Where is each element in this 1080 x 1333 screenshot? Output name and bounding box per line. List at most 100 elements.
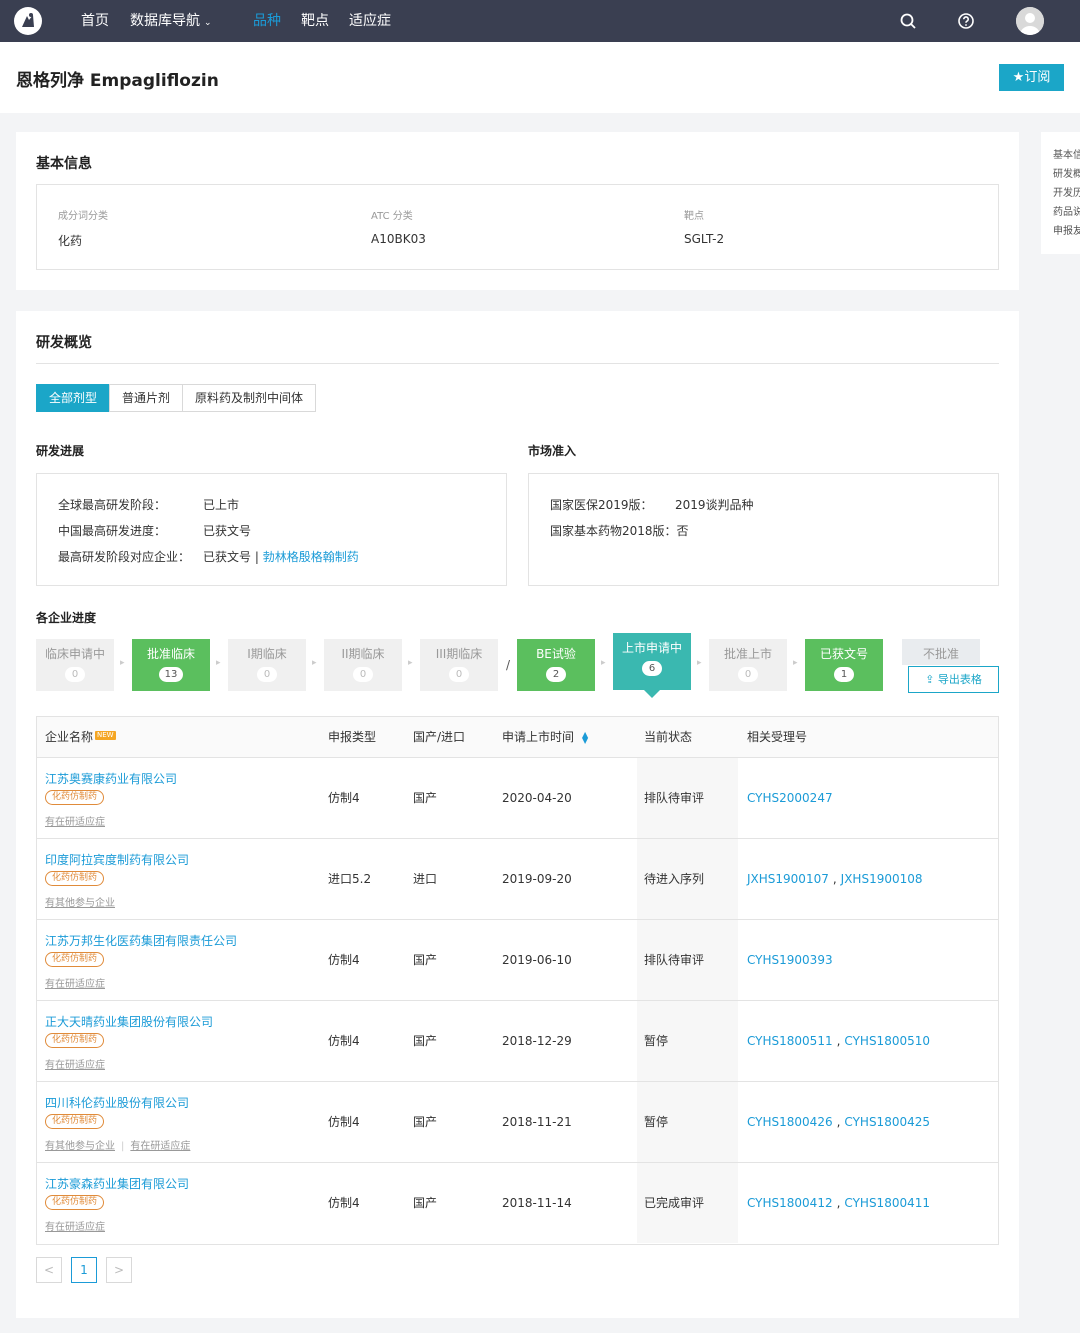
next-page-button[interactable]: > [106, 1257, 132, 1283]
stage-be-trial[interactable]: BE试验 2 [517, 639, 595, 691]
arrow-right-icon: ▸ [408, 658, 413, 668]
tab-api-intermediate[interactable]: 原料药及制剂中间体 [182, 384, 317, 412]
cell-status: 排队待审评 [644, 953, 705, 967]
stage-name: III期临床 [435, 647, 483, 661]
stage-market-application[interactable]: 上市申请中 6 [613, 633, 691, 698]
anchor-label[interactable]: 药品说 [1041, 203, 1080, 222]
ref-separator: , [832, 872, 837, 886]
anchor-dev-history[interactable]: 开发历 [1041, 184, 1080, 203]
anchor-rd-overview[interactable]: 研发概 [1041, 165, 1080, 184]
th-origin: 国产/进口 [413, 730, 466, 744]
progress-value: 已获文号 | 勃林格殷格翰制药 [203, 548, 359, 565]
tab-all-dosage[interactable]: 全部剂型 [36, 384, 111, 412]
nav-targets[interactable]: 靶点 [301, 0, 329, 42]
ref-link[interactable]: CYHS1800511 [747, 1034, 833, 1048]
ref-link[interactable]: JXHS1900107 [747, 872, 829, 886]
stage-phase-3[interactable]: III期临床 0 [420, 639, 498, 691]
stage-count: 0 [353, 667, 373, 682]
th-date[interactable]: 申请上市时间 ▲ ▼ [502, 717, 588, 758]
row-extras: 有其他参与企业 [45, 894, 115, 909]
type-tag: 化药仿制药 [45, 952, 105, 967]
dosage-tabs: 全部剂型 普通片剂 原料药及制剂中间体 [36, 384, 317, 412]
cell-type: 仿制4 [328, 791, 360, 805]
company-link[interactable]: 江苏奥赛康药业有限公司 [45, 770, 177, 787]
arrow-right-icon: ▸ [601, 658, 606, 668]
export-table-button[interactable]: ⇪ 导出表格 [908, 666, 999, 693]
company-link[interactable]: 正大天晴药业集团股份有限公司 [45, 1013, 213, 1030]
ref-link[interactable]: CYHS1900393 [747, 953, 833, 967]
extra-link[interactable]: 有在研适应症 [45, 1222, 105, 1233]
stage-phase-2[interactable]: II期临床 0 [324, 639, 402, 691]
nav-indications[interactable]: 适应症 [349, 0, 391, 42]
company-link[interactable]: 江苏万邦生化医药集团有限责任公司 [45, 932, 237, 949]
stage-market-approved[interactable]: 批准上市 0 [709, 639, 787, 691]
stage-rejected[interactable]: 不批准 [902, 639, 980, 665]
table-row: 江苏奥赛康药业有限公司 化药仿制药 有在研适应症 仿制4 国产 2020-04-… [37, 758, 998, 839]
search-icon[interactable] [899, 12, 917, 30]
ref-link[interactable]: CYHS2000247 [747, 791, 833, 805]
stage-name: 不批准 [922, 647, 959, 661]
company-link[interactable]: 四川科伦药业股份有限公司 [45, 1094, 189, 1111]
extra-link[interactable]: 有在研适应症 [130, 1141, 190, 1152]
progress-key: 全球最高研发阶段： [58, 498, 167, 512]
company-link[interactable]: 江苏豪森药业集团有限公司 [45, 1175, 189, 1192]
cell-date: 2019-09-20 [502, 872, 572, 886]
stage-clinical-approved[interactable]: 批准临床 13 [132, 639, 210, 691]
help-icon[interactable] [957, 12, 975, 30]
stage-clinical-application[interactable]: 临床申请中 0 [36, 639, 114, 691]
company-link[interactable]: 印度阿拉宾度制药有限公司 [45, 851, 189, 868]
cell-refs: CYHS1800412, CYHS1800411 [747, 1163, 930, 1243]
ref-link[interactable]: JXHS1900108 [841, 872, 923, 886]
arrow-right-icon: ▸ [120, 658, 125, 668]
th-date-label: 申请上市时间 [502, 730, 575, 744]
field-label: 靶点 [684, 211, 704, 222]
cell-refs: CYHS1800426, CYHS1800425 [747, 1082, 930, 1162]
ref-link[interactable]: CYHS1800425 [844, 1115, 930, 1129]
subscribe-button[interactable]: ★订阅 [999, 64, 1064, 91]
user-icon [1016, 7, 1044, 35]
extra-link[interactable]: 有在研适应症 [45, 817, 105, 828]
stage-approval-number[interactable]: 已获文号 1 [805, 639, 883, 691]
cell-date: 2018-12-29 [502, 1034, 572, 1048]
cell-origin: 国产 [413, 1115, 438, 1129]
stage-name: 临床申请中 [44, 647, 105, 661]
insurance-link[interactable]: 2019谈判品种 [675, 496, 754, 513]
field-value: A10BK03 [371, 232, 426, 246]
tab-tablet[interactable]: 普通片剂 [109, 384, 184, 412]
stage-count: 1 [834, 667, 854, 682]
sort-icon[interactable]: ▲ ▼ [582, 730, 588, 744]
cell-type: 仿制4 [328, 953, 360, 967]
extra-link[interactable]: 有在研适应症 [45, 1060, 105, 1071]
logo-icon[interactable] [14, 7, 42, 35]
cell-date: 2018-11-14 [502, 1196, 572, 1210]
extra-link[interactable]: 有其他参与企业 [45, 1141, 115, 1152]
cell-type: 仿制4 [328, 1196, 360, 1210]
extra-link[interactable]: 有在研适应症 [45, 979, 105, 990]
divider [36, 363, 999, 364]
cell-status: 暂停 [644, 1115, 669, 1129]
ref-link[interactable]: CYHS1800426 [747, 1115, 833, 1129]
anchor-filing[interactable]: 申报友 [1041, 222, 1080, 241]
nav-home[interactable]: 首页 [81, 0, 109, 42]
avatar[interactable] [1016, 7, 1044, 35]
nav-database[interactable]: 数据库导航 ⌄ [130, 0, 212, 42]
ref-link[interactable]: CYHS1800510 [844, 1034, 930, 1048]
extra-link[interactable]: 有其他参与企业 [45, 898, 115, 909]
prev-page-button[interactable]: < [36, 1257, 62, 1283]
stage-count: 0 [738, 667, 758, 682]
table-header: 企业名称 NEW 申报类型 国产/进口 申请上市时间 ▲ ▼ 当前状态 相关受理号 [37, 717, 998, 758]
rd-overview-title: 研发概览 [36, 335, 92, 351]
cell-refs: CYHS2000247 [747, 758, 833, 838]
nav-varieties[interactable]: 品种 [253, 0, 281, 42]
page-1-button[interactable]: 1 [71, 1257, 97, 1283]
stage-phase-1[interactable]: I期临床 0 [228, 639, 306, 691]
progress-status: 已获文号 [203, 550, 252, 564]
company-link[interactable]: 勃林格殷格翰制药 [263, 550, 359, 564]
cell-origin: 国产 [413, 791, 438, 805]
cell-origin: 国产 [413, 1034, 438, 1048]
progress-key: 最高研发阶段对应企业： [58, 550, 191, 564]
anchor-basic-info[interactable]: 基本信 [1041, 146, 1080, 165]
progress-value: 已获文号 [203, 524, 252, 538]
ref-link[interactable]: CYHS1800411 [844, 1196, 930, 1210]
ref-link[interactable]: CYHS1800412 [747, 1196, 833, 1210]
